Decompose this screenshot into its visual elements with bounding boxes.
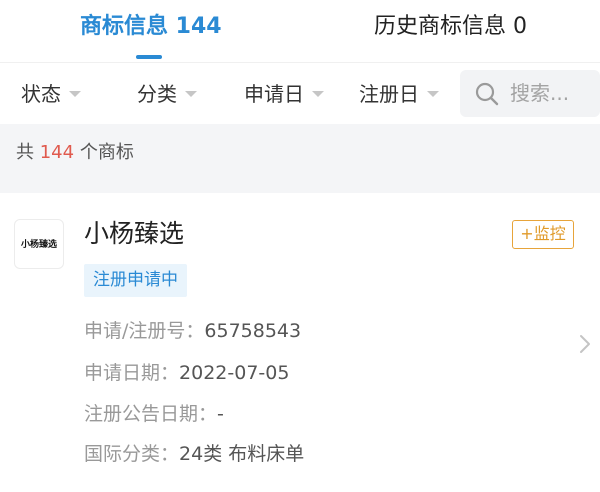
active-tab-indicator (136, 55, 162, 59)
result-count-bar: 共 144 个商标 (0, 124, 600, 193)
caret-down-icon (185, 91, 197, 97)
tab-trademark-info[interactable]: 商标信息 144 (80, 10, 222, 50)
monitor-button[interactable]: +监控 (512, 220, 574, 249)
count-suffix: 个商标 (79, 142, 134, 163)
field-registration-number: 申请/注册号：65758543 (84, 318, 301, 344)
count-number: 144 (39, 142, 75, 163)
filter-registration-date[interactable]: 注册日 (359, 81, 439, 107)
field-value: 24类 布料床单 (179, 443, 305, 465)
caret-down-icon (312, 91, 324, 97)
field-value: 65758543 (204, 320, 302, 342)
field-label: 国际分类： (84, 443, 180, 465)
filter-application-date[interactable]: 申请日 (244, 81, 324, 107)
field-label: 申请/注册号： (84, 320, 205, 342)
field-announcement-date: 注册公告日期：- (84, 401, 224, 427)
field-label: 申请日期： (84, 362, 180, 384)
result-count: 共 144 个商标 (16, 141, 134, 165)
search-box[interactable]: 搜索... (460, 70, 600, 117)
status-badge: 注册申请中 (84, 264, 187, 297)
search-icon (475, 82, 499, 106)
filter-registration-date-label: 注册日 (359, 82, 419, 106)
tab-bar: 商标信息 144 历史商标信息 0 (0, 0, 600, 62)
field-value: 2022-07-05 (179, 362, 290, 384)
filter-category-label: 分类 (137, 82, 177, 106)
trademark-logo-text: 小杨臻选 (20, 240, 57, 250)
trademark-card[interactable]: 小杨臻选 小杨臻选 +监控 注册申请中 申请/注册号：65758543 申请日期… (0, 193, 600, 492)
count-prefix: 共 (16, 142, 34, 163)
field-international-class: 国际分类：24类 布料床单 (84, 441, 304, 467)
caret-down-icon (69, 91, 81, 97)
trademark-name: 小杨臻选 (84, 219, 185, 248)
field-label: 注册公告日期： (84, 403, 218, 425)
search-placeholder: 搜索... (510, 81, 570, 105)
filter-status[interactable]: 状态 (21, 81, 81, 107)
chevron-right-icon[interactable] (578, 333, 592, 355)
trademark-logo: 小杨臻选 (14, 219, 64, 269)
caret-down-icon (427, 91, 439, 97)
field-application-date: 申请日期：2022-07-05 (84, 360, 289, 386)
filter-status-label: 状态 (21, 82, 61, 106)
filter-bar: 状态 分类 申请日 注册日 搜索... (0, 62, 600, 124)
field-value: - (217, 403, 224, 425)
filter-application-date-label: 申请日 (244, 82, 304, 106)
filter-category[interactable]: 分类 (137, 81, 197, 107)
tab-history-trademark-info[interactable]: 历史商标信息 0 (374, 10, 527, 50)
